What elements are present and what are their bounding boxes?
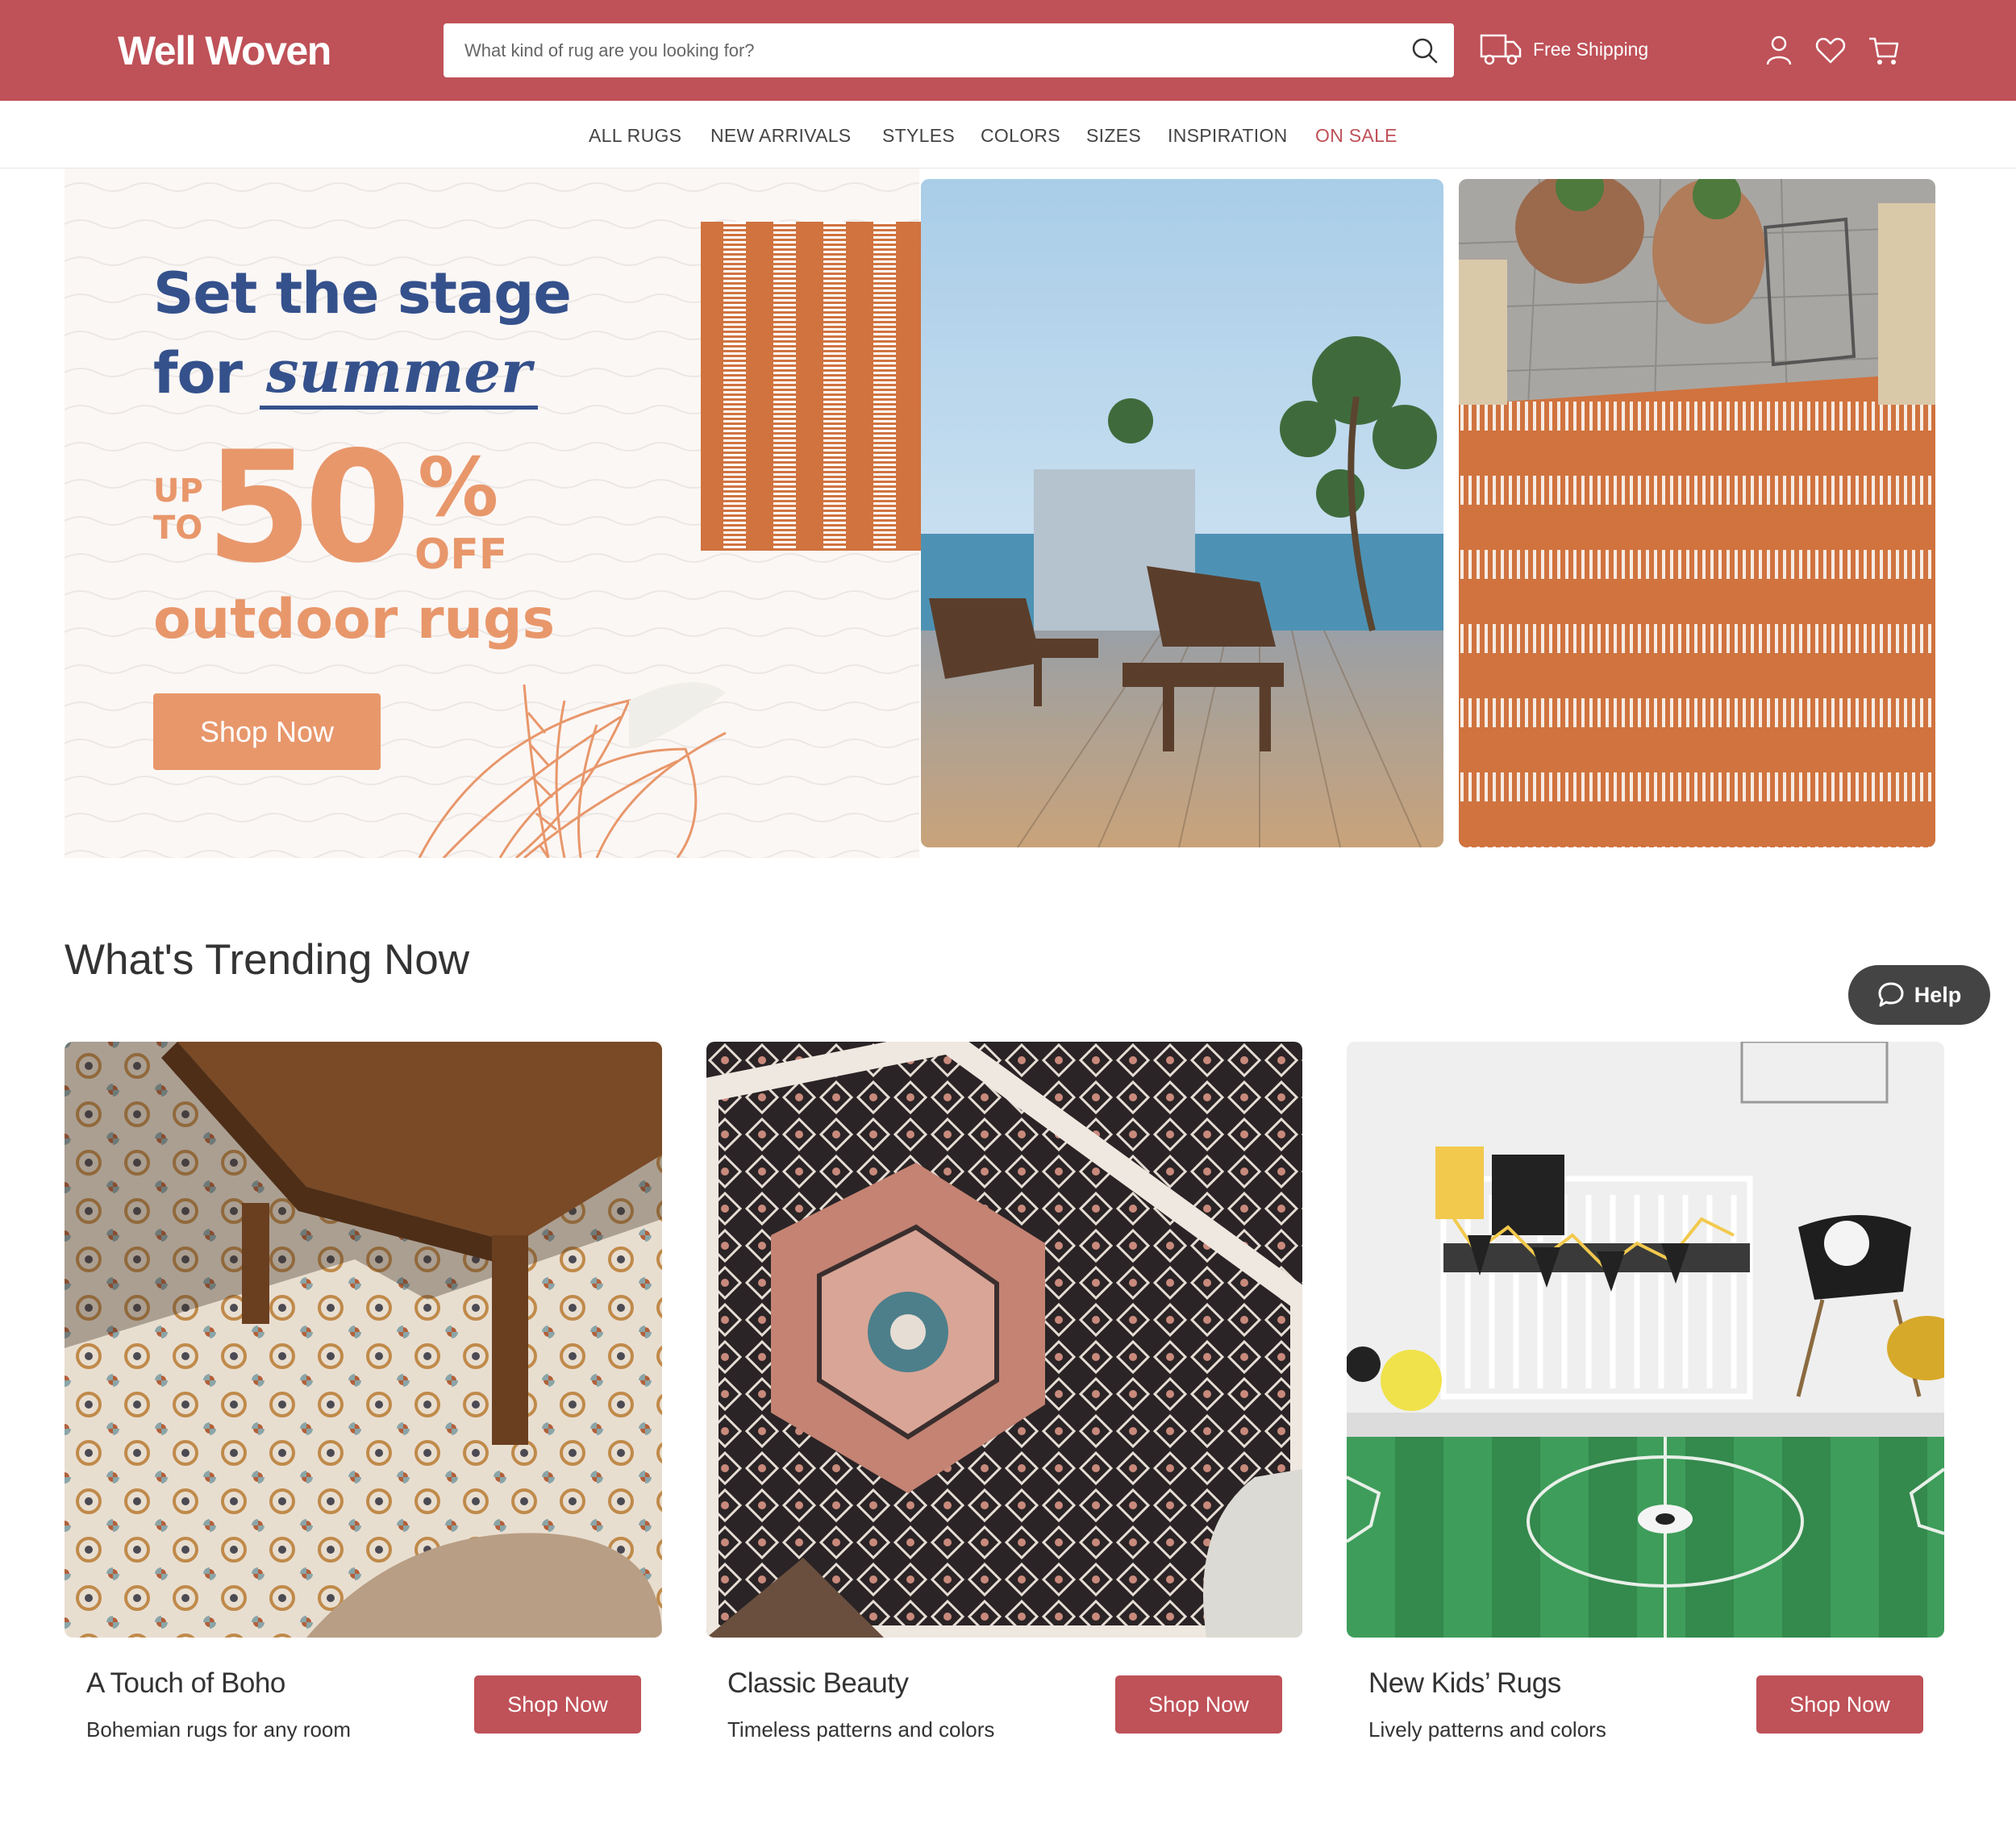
truck-icon bbox=[1480, 34, 1522, 65]
outdoor-patio-image[interactable] bbox=[921, 179, 1443, 847]
hero-shop-now-button[interactable]: Shop Now bbox=[153, 693, 381, 770]
outdoor-rug-image[interactable] bbox=[1459, 179, 1935, 847]
soccer-field-rug bbox=[1347, 1437, 1944, 1638]
hero-discount-number: 50 bbox=[206, 418, 410, 597]
search-bar bbox=[444, 23, 1454, 77]
chat-bubble-icon bbox=[1878, 982, 1904, 1007]
wishlist-heart-icon[interactable] bbox=[1814, 34, 1847, 66]
hero-up-label: UP bbox=[153, 472, 203, 510]
nav-on-sale[interactable]: ON SALE bbox=[1315, 125, 1397, 147]
nav-colors[interactable]: COLORS bbox=[981, 125, 1060, 147]
nav-new-arrivals[interactable]: NEW ARRIVALS bbox=[710, 125, 851, 147]
kids-rug-image[interactable] bbox=[1347, 1042, 1944, 1638]
hero-title-line1: Set the stage bbox=[153, 260, 572, 327]
free-shipping-link[interactable]: Free Shipping bbox=[1480, 29, 1648, 69]
logo[interactable]: Well Woven bbox=[118, 27, 331, 74]
nav-sizes[interactable]: SIZES bbox=[1086, 125, 1141, 147]
classic-rug-image[interactable] bbox=[706, 1042, 1302, 1638]
hero-title-script: summer bbox=[260, 343, 538, 410]
cart-icon[interactable] bbox=[1868, 34, 1900, 66]
help-chat-button[interactable]: Help bbox=[1848, 965, 1990, 1025]
nav-all-rugs[interactable]: ALL RUGS bbox=[589, 125, 681, 147]
card-kids-title: New Kids’ Rugs bbox=[1368, 1667, 1561, 1699]
card-classic-subtitle: Timeless patterns and colors bbox=[727, 1717, 995, 1742]
card-kids-subtitle: Lively patterns and colors bbox=[1368, 1717, 1606, 1742]
card-classic-title: Classic Beauty bbox=[727, 1667, 909, 1699]
hero-percent-sign: % bbox=[418, 440, 499, 535]
main-nav: ALL RUGS NEW ARRIVALS STYLES COLORS SIZE… bbox=[0, 101, 2016, 169]
nav-styles[interactable]: STYLES bbox=[882, 125, 955, 147]
hero-off-label: OFF bbox=[414, 531, 508, 579]
help-label: Help bbox=[1914, 982, 1962, 1007]
card-boho-subtitle: Bohemian rugs for any room bbox=[86, 1717, 352, 1742]
card-boho-title: A Touch of Boho bbox=[86, 1667, 285, 1699]
free-shipping-label: Free Shipping bbox=[1533, 38, 1649, 60]
hero-subtitle: outdoor rugs bbox=[153, 588, 556, 651]
trending-section-title: What's Trending Now bbox=[65, 936, 470, 984]
boho-rug-image[interactable] bbox=[65, 1042, 662, 1638]
card-boho-shop-now-button[interactable]: Shop Now bbox=[474, 1675, 641, 1734]
hero-title-for: for bbox=[153, 340, 243, 406]
card-classic-shop-now-button[interactable]: Shop Now bbox=[1115, 1675, 1282, 1734]
nav-inspiration[interactable]: INSPIRATION bbox=[1168, 125, 1288, 147]
card-kids-shop-now-button[interactable]: Shop Now bbox=[1756, 1675, 1923, 1734]
hero-to-label: TO bbox=[153, 510, 203, 547]
top-header: Well Woven Free Shipping bbox=[0, 0, 2016, 101]
account-icon[interactable] bbox=[1763, 34, 1795, 66]
search-input[interactable] bbox=[464, 23, 1392, 77]
search-icon[interactable] bbox=[1410, 36, 1439, 65]
